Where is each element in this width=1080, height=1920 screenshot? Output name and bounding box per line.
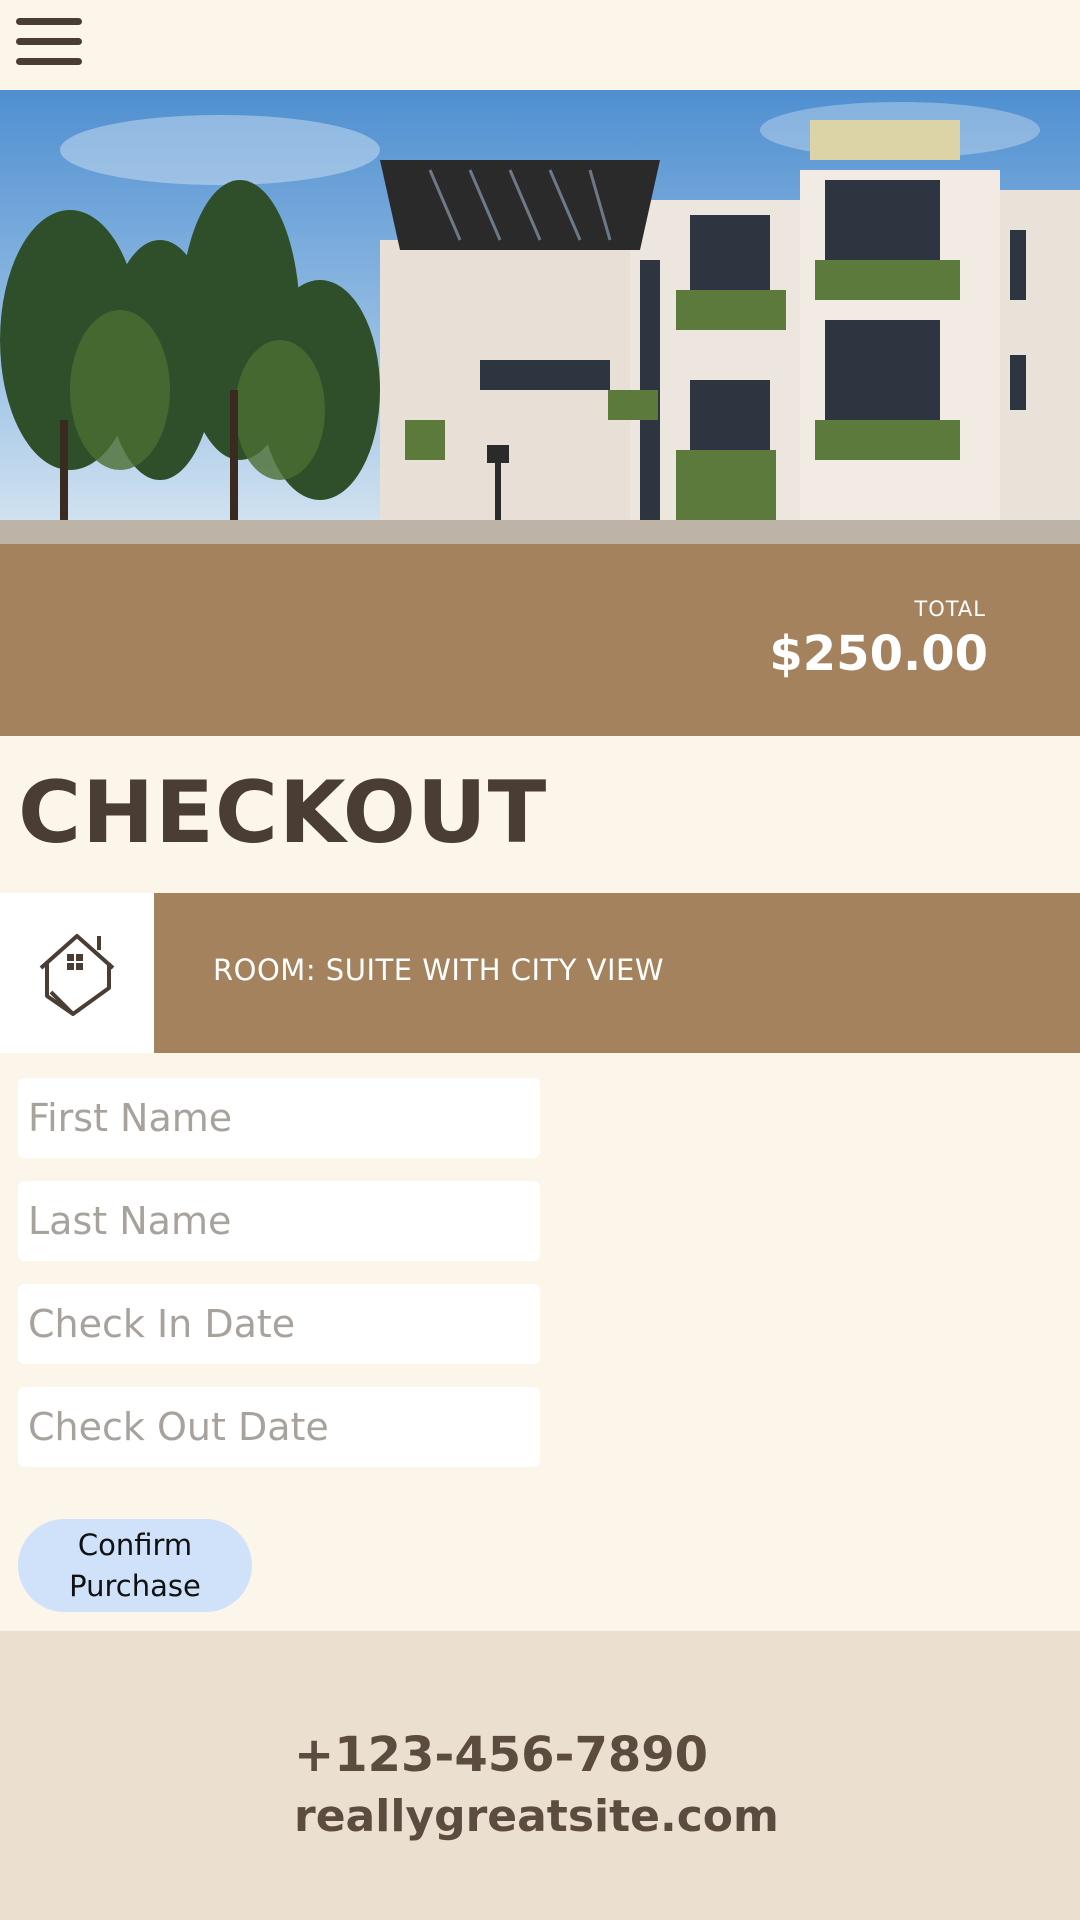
check-out-date-field[interactable] — [18, 1387, 540, 1467]
top-bar — [0, 0, 1080, 90]
total-value: $250.00 — [769, 626, 988, 682]
first-name-field[interactable] — [18, 1078, 540, 1158]
house-icon — [39, 934, 115, 1016]
confirm-purchase-button[interactable]: Confirm Purchase — [18, 1519, 252, 1612]
building-photo — [0, 90, 1080, 544]
order-summary-band: TOTAL $250.00 — [0, 544, 1080, 736]
hero-image — [0, 90, 1080, 544]
footer-website: reallygreatsite.com — [294, 1791, 779, 1842]
room-icon-box — [0, 893, 154, 1053]
total-label: TOTAL — [914, 597, 986, 621]
footer: +123-456-7890 reallygreatsite.com — [0, 1631, 1080, 1920]
check-in-date-field[interactable] — [18, 1284, 540, 1364]
last-name-field[interactable] — [18, 1181, 540, 1261]
page-title: CHECKOUT — [18, 763, 548, 863]
room-banner: ROOM: SUITE WITH CITY VIEW — [0, 893, 1080, 1053]
room-label: ROOM: SUITE WITH CITY VIEW — [213, 953, 665, 987]
footer-phone: +123-456-7890 — [294, 1727, 709, 1783]
hamburger-menu-icon[interactable] — [16, 18, 82, 66]
